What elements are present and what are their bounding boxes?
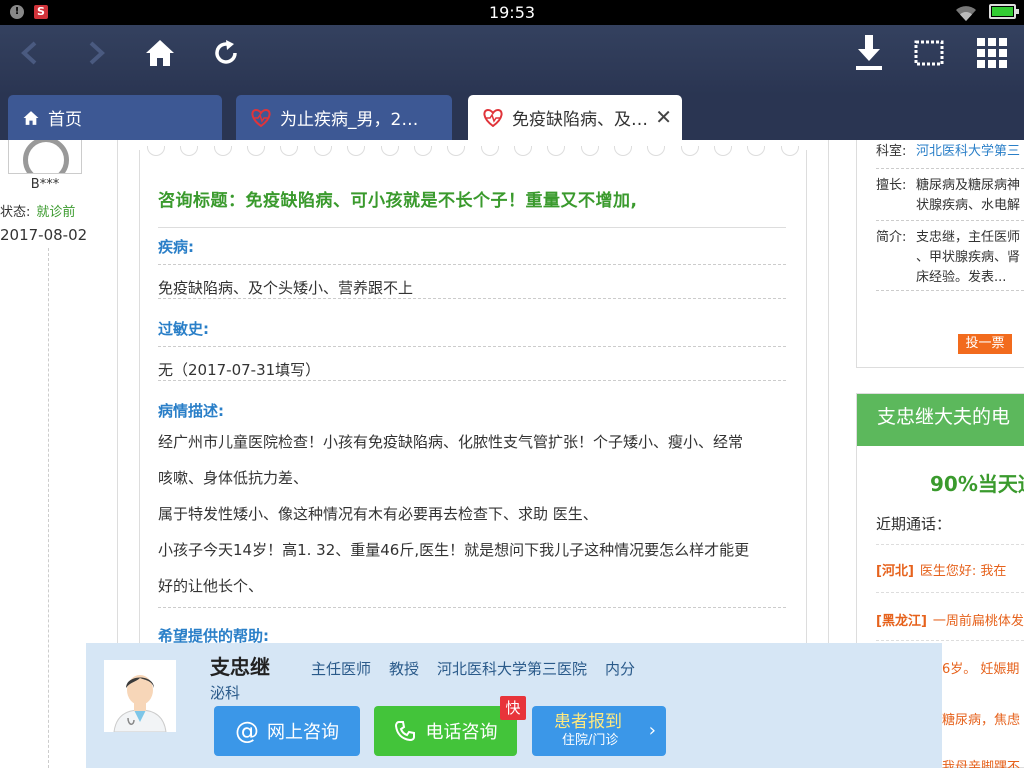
grid-icon [977, 38, 1007, 68]
doctor-dept: 内分 [605, 660, 636, 678]
refresh-icon [215, 40, 237, 64]
recent-call-item[interactable]: 6岁。 妊娠期 [942, 658, 1019, 677]
description-line: 好的让他长个、 [158, 577, 264, 595]
patient-username: B*** [30, 177, 60, 192]
doctor-name: 支忠继 [210, 655, 270, 679]
consult-date: 2017-08-02 [0, 226, 88, 244]
vote-button[interactable]: 投一票 [958, 334, 1012, 354]
divider [158, 346, 786, 347]
doctor-avatar [104, 660, 176, 732]
button-sublabel: 住院/门诊 [562, 733, 619, 748]
divider [158, 298, 786, 299]
back-button[interactable] [14, 35, 44, 71]
doctor-specialty-row: 擅长: 糖尿病及糖尿病神 状腺疾病、水电解 [876, 178, 1021, 213]
patient-report-button[interactable]: 患者报到 住院/门诊 › [532, 706, 666, 756]
button-label: 网上咨询 [267, 722, 339, 743]
doctor-rank: 教授 [389, 660, 420, 678]
home-button[interactable] [140, 35, 180, 71]
patient-avatar [8, 140, 82, 174]
connect-rate: 90%当天通 [930, 472, 1024, 496]
tab-label: 为止疾病_男，2… [280, 110, 419, 130]
home-icon [146, 40, 174, 66]
doctor-action-bar: 支忠继 主任医师 教授 河北医科大学第三医院 内分 泌科 @ 网上咨询 电话咨询 快 … [86, 643, 942, 768]
doctor-hospital: 河北医科大学第三医院 [437, 660, 588, 678]
doctor-title: 主任医师 [311, 660, 372, 678]
divider [158, 607, 786, 608]
tabs-grid-button[interactable] [972, 35, 1012, 71]
divider [876, 220, 1024, 221]
divider [876, 290, 1024, 291]
heart-pulse-icon [483, 108, 503, 127]
tab-page-2-active[interactable]: 免疫缺陷病、及… ✕ [468, 95, 682, 140]
recent-call-item[interactable]: 糖尿病，焦虑 [942, 709, 1020, 728]
tab-label: 首页 [48, 110, 82, 130]
fullscreen-icon [914, 40, 944, 66]
wifi-icon [956, 6, 976, 21]
divider [158, 264, 786, 265]
chevron-right-icon: › [648, 720, 656, 741]
heart-pulse-icon [251, 108, 271, 127]
description-line: 咳嗽、身体低抗力差、 [158, 469, 309, 487]
consult-title: 咨询标题：免疫缺陷病、可小孩就是不长个子！重量又不增加, [158, 191, 638, 211]
download-icon [856, 35, 882, 70]
description-line: 小孩子今天14岁！高1. 32、重量46斤,医生！就是想问下我儿子这种情况要怎么… [158, 541, 750, 559]
phone-panel-header: 支忠继大夫的电 [857, 394, 1024, 446]
phone-consult-button[interactable]: 电话咨询 [374, 706, 517, 756]
recent-calls-label: 近期通话： [876, 515, 952, 533]
doctor-meta: 主任医师 教授 河北医科大学第三医院 内分 [311, 658, 653, 679]
timeline-divider [48, 248, 49, 768]
doctor-portrait-icon [104, 660, 176, 732]
doctor-dept-row: 科室: 河北医科大学第三 [876, 142, 1020, 162]
fullscreen-button[interactable] [910, 35, 948, 71]
description-heading: 病情描述: [158, 402, 224, 420]
browser-toolbar [0, 25, 1024, 95]
divider [158, 380, 786, 381]
tab-home[interactable]: 首页 [8, 95, 222, 140]
recent-call-item[interactable]: [河北] 医生您好: 我在 [876, 560, 1006, 579]
button-label: 电话咨询 [425, 722, 498, 743]
forward-button[interactable] [82, 35, 112, 71]
doctor-intro-row: 简介: 支忠继，主任医师 、甲状腺疾病、肾 床经验。发表... [876, 230, 1021, 285]
clock: 19:53 [488, 3, 536, 22]
description-body: 经广州市儿童医院检查！小孩有免疫缺陷病、化脓性支气管扩张！个子矮小、瘦小、经常 … [158, 424, 786, 604]
recent-call-item[interactable]: 我母亲脚踝不 [942, 756, 1020, 768]
divider [876, 544, 1024, 545]
chevron-left-icon [21, 41, 37, 65]
recent-call-item[interactable]: [黑龙江] 一周前扁桃体发 [876, 610, 1024, 629]
web-content: B*** 状态: 就诊前 2017-08-02 咨询标题：免疫缺陷病、可小孩就是不… [0, 140, 1024, 768]
paper-scallop-edge [139, 146, 807, 158]
description-line: 经广州市儿童医院检查！小孩有免疫缺陷病、化脓性支气管扩张！个子矮小、瘦小、经常 [158, 433, 744, 451]
divider [876, 640, 1024, 641]
doctor-dept-wrap: 泌科 [210, 684, 241, 702]
divider [158, 227, 786, 228]
tab-strip: 首页 为止疾病_男，2… 免疫缺陷病、及… ✕ [0, 95, 1024, 140]
disease-value: 免疫缺陷病、及个头矮小、营养跟不上 [158, 279, 414, 297]
divider [876, 592, 1024, 593]
home-icon [23, 110, 39, 125]
close-tab-icon[interactable]: ✕ [655, 105, 672, 129]
disease-heading: 疾病: [158, 238, 194, 256]
at-icon: @ [235, 717, 259, 745]
chevron-right-icon [89, 41, 105, 65]
tab-label: 免疫缺陷病、及… [512, 110, 648, 130]
phone-icon [394, 721, 415, 742]
allergy-heading: 过敏史: [158, 320, 209, 338]
battery-icon [989, 4, 1019, 19]
download-button[interactable] [850, 35, 888, 71]
online-consult-button[interactable]: @ 网上咨询 [214, 706, 360, 756]
tab-page-1[interactable]: 为止疾病_男，2… [236, 95, 452, 140]
divider [876, 168, 1024, 169]
button-label: 患者报到 [554, 712, 622, 732]
system-status-bar: ! S 19:53 [0, 0, 1024, 25]
doctor-dept-link[interactable]: 河北医科大学第三 [916, 142, 1020, 162]
description-line: 属于特发性矮小、像这种情况有木有必要再去检查下、求助 医生、 [158, 505, 598, 523]
reload-button[interactable] [206, 35, 246, 71]
patient-status: 状态: 就诊前 [0, 205, 76, 220]
allergy-value: 无（2017-07-31填写） [158, 361, 321, 379]
fast-badge: 快 [500, 696, 526, 720]
